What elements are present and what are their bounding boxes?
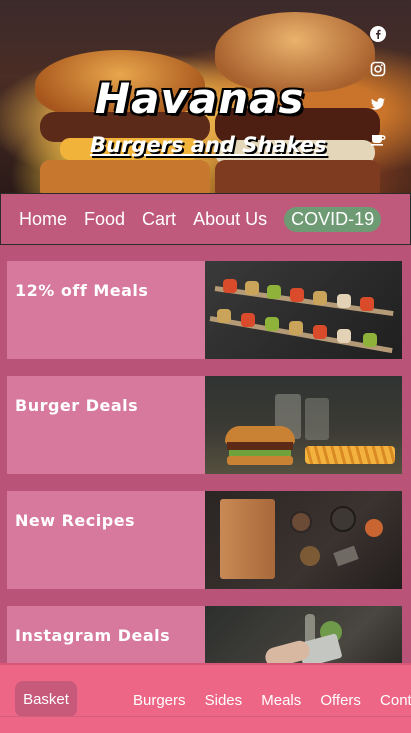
nav-about-us[interactable]: About Us bbox=[193, 209, 267, 230]
card-label: 12% off Meals bbox=[15, 281, 149, 300]
card-label: New Recipes bbox=[15, 511, 136, 530]
kebab-photo bbox=[205, 261, 402, 359]
coffee-cup-icon[interactable] bbox=[370, 131, 386, 147]
burger-bottom-bun-right bbox=[215, 160, 380, 193]
nav-home[interactable]: Home bbox=[19, 209, 67, 230]
brand-tagline[interactable]: Burgers and Shakes bbox=[90, 133, 330, 157]
facebook-icon[interactable] bbox=[370, 26, 386, 42]
instagram-icon[interactable] bbox=[370, 61, 386, 77]
hero-banner: Havanas Burgers and Shakes bbox=[0, 0, 411, 193]
burger-fries-photo bbox=[205, 376, 402, 474]
bottom-nav-offers[interactable]: Offers bbox=[320, 692, 361, 709]
nav-food[interactable]: Food bbox=[84, 209, 125, 230]
nav-cart[interactable]: Cart bbox=[142, 209, 176, 230]
social-links bbox=[370, 26, 386, 166]
bottom-nav-sides[interactable]: Sides bbox=[205, 692, 243, 709]
nav-covid-19[interactable]: COVID-19 bbox=[284, 206, 382, 232]
bottom-nav-burgers[interactable]: Burgers bbox=[133, 692, 186, 709]
bottom-nav: Burgers Sides Meals Offers Conta bbox=[133, 690, 411, 709]
main-nav: Home Food Cart About Us COVID-19 bbox=[0, 193, 411, 245]
card-burger-deals[interactable]: Burger Deals bbox=[7, 376, 402, 474]
bottom-nav-meals[interactable]: Meals bbox=[261, 692, 301, 709]
card-meals-offer[interactable]: 12% off Meals bbox=[7, 261, 402, 359]
bottom-strip bbox=[0, 716, 411, 733]
twitter-icon[interactable] bbox=[370, 96, 386, 112]
phone-on-table-photo bbox=[205, 606, 402, 663]
bottom-nav-contact[interactable]: Conta bbox=[380, 692, 411, 709]
burger-bottom-bun-left bbox=[40, 160, 210, 193]
card-new-recipes[interactable]: New Recipes bbox=[7, 491, 402, 589]
card-label: Burger Deals bbox=[15, 396, 139, 415]
wooden-board-photo bbox=[205, 491, 402, 589]
deal-cards: 12% off Meals Burger Deals New Recipes I… bbox=[0, 245, 411, 663]
brand-title: Havanas bbox=[95, 74, 305, 123]
basket-button[interactable]: Basket bbox=[15, 681, 77, 717]
card-instagram-deals[interactable]: Instagram Deals bbox=[7, 606, 402, 663]
card-label: Instagram Deals bbox=[15, 626, 171, 645]
